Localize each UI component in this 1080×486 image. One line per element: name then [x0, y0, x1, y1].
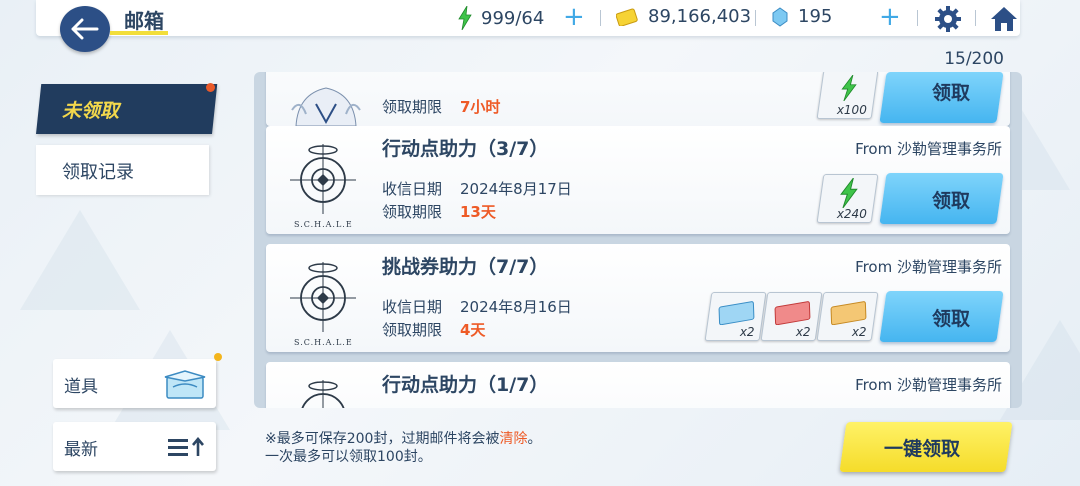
- home-icon: [991, 7, 1017, 31]
- notification-dot: [206, 83, 215, 92]
- claim-label: 领取: [931, 308, 970, 330]
- schale-emblem-icon: [301, 380, 345, 408]
- mail-count: 15/200: [944, 49, 1004, 69]
- mail-item: 领取期限 7小时 x100 领取: [266, 72, 1010, 126]
- ap-resource: 999/64: [457, 6, 544, 30]
- credit-card-icon: [616, 8, 638, 26]
- ticket-gold-icon: [830, 301, 867, 325]
- reward-item[interactable]: x2: [760, 292, 823, 341]
- reward-item[interactable]: x240: [816, 174, 879, 223]
- mail-title: 行动点助力（3/7）: [382, 138, 549, 160]
- received-date-label: 收信日期: [382, 180, 443, 198]
- add-ap-button[interactable]: +: [563, 4, 585, 30]
- tab-claim-record-label: 领取记录: [62, 162, 134, 183]
- reward-quantity: x2: [796, 325, 811, 339]
- schale-emblem-icon: [290, 262, 356, 332]
- deadline-label: 领取期限: [382, 98, 443, 116]
- gems-value: 195: [798, 6, 833, 27]
- mail-sender: From 沙勒管理事务所: [855, 258, 1002, 276]
- ap-value: 999/64: [481, 7, 545, 29]
- deadline-value: 4天: [460, 321, 486, 339]
- claim-all-label: 一键领取: [884, 438, 961, 460]
- claim-limit-note: 一次最多可以领取100封。: [265, 449, 432, 465]
- gear-icon: [935, 6, 961, 32]
- reward-item[interactable]: x2: [816, 292, 879, 341]
- mail-item[interactable]: S.C.H.A.L.E 挑战券助力（7/7） From 沙勒管理事务所 收信日期…: [266, 244, 1010, 352]
- items-label: 道具: [64, 377, 98, 397]
- mail-item[interactable]: S.C.H.A.L.E 行动点助力（3/7） From 沙勒管理事务所 收信日期…: [266, 126, 1010, 234]
- mail-sender: From 沙勒管理事务所: [855, 376, 1002, 394]
- add-gems-button[interactable]: +: [879, 4, 901, 30]
- lightning-icon: [841, 75, 857, 101]
- notification-dot: [214, 353, 222, 361]
- character-portrait-icon: [291, 87, 361, 126]
- schale-emblem: S.C.H.A.L.E: [266, 126, 378, 234]
- reward-item[interactable]: x2: [704, 292, 767, 341]
- credits-resource: 89,166,403: [616, 6, 751, 27]
- claim-label: 领取: [931, 190, 970, 212]
- deadline-value: 13天: [460, 203, 496, 221]
- storage-note: ※最多可保存200封，过期邮件将会被清除。: [265, 428, 541, 448]
- schale-emblem: S.C.H.A.L.E: [266, 244, 378, 352]
- sort-label: 最新: [64, 440, 98, 460]
- reward-item[interactable]: x100: [816, 72, 879, 119]
- claim-label: 领取: [931, 82, 970, 104]
- gems-resource: 195: [772, 6, 832, 27]
- page-title: 邮箱: [124, 9, 164, 33]
- received-date-label: 收信日期: [382, 298, 443, 316]
- note-text: ※最多可保存200封，过期邮件将会被: [265, 431, 500, 447]
- tab-unclaimed-label: 未领取: [62, 100, 120, 122]
- ticket-blue-icon: [718, 301, 755, 325]
- reward-quantity: x240: [836, 207, 867, 221]
- divider: [755, 10, 756, 26]
- mail-title: 行动点助力（1/7）: [382, 374, 549, 396]
- back-button[interactable]: [60, 6, 110, 52]
- arrow-left-icon: [71, 18, 99, 40]
- settings-button[interactable]: [934, 5, 962, 37]
- deadline-value: 7小时: [460, 98, 501, 116]
- mail-item[interactable]: 行动点助力（1/7） From 沙勒管理事务所: [266, 362, 1010, 408]
- divider: [975, 10, 976, 26]
- deadline-label: 领取期限: [382, 321, 443, 339]
- home-button[interactable]: [989, 5, 1019, 37]
- schale-text: S.C.H.A.L.E: [294, 220, 353, 229]
- mail-sender: From 沙勒管理事务所: [855, 140, 1002, 158]
- received-date-value: 2024年8月16日: [460, 298, 572, 316]
- schale-emblem-icon: [290, 144, 356, 214]
- sort-button[interactable]: 最新: [53, 422, 216, 471]
- clear-text: 清除: [499, 431, 528, 447]
- reward-quantity: x2: [852, 325, 867, 339]
- reward-quantity: x100: [836, 103, 867, 117]
- lightning-icon: [840, 178, 858, 208]
- title-underline: [110, 31, 168, 35]
- sort-icon: [168, 437, 204, 456]
- received-date-value: 2024年8月17日: [460, 180, 572, 198]
- gem-icon: [772, 6, 788, 27]
- schale-text: S.C.H.A.L.E: [294, 338, 353, 347]
- mail-title: 挑战券助力（7/7）: [382, 256, 549, 278]
- lightning-icon: [458, 6, 472, 30]
- divider: [917, 10, 918, 26]
- note-punct: 。: [527, 431, 542, 447]
- credits-value: 89,166,403: [648, 6, 752, 27]
- items-button[interactable]: 道具: [53, 359, 216, 408]
- ticket-red-icon: [774, 301, 811, 325]
- item-box-icon: [164, 370, 206, 399]
- reward-quantity: x2: [740, 325, 755, 339]
- mail-list[interactable]: 领取期限 7小时 x100 领取 S.C.H.A.L.E 行动点助力（3/7） …: [254, 72, 1022, 408]
- deadline-label: 领取期限: [382, 203, 443, 221]
- divider: [600, 10, 601, 26]
